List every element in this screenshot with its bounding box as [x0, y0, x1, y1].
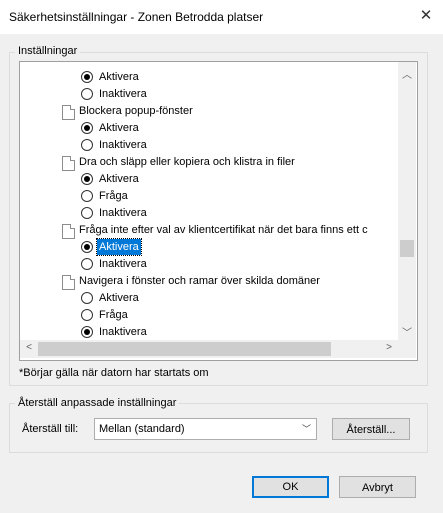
radio-button[interactable]	[81, 258, 93, 270]
document-icon	[62, 105, 75, 120]
scrollbar-corner	[398, 340, 416, 358]
close-icon[interactable]: ✕	[415, 5, 437, 27]
restart-footnote: *Börjar gälla när datorn har startats om	[19, 367, 209, 379]
title-bar: Säkerhetsinställningar - Zonen Betrodda …	[0, 0, 443, 34]
radio-label[interactable]: Fråga	[99, 188, 128, 204]
radio-button[interactable]	[81, 190, 93, 202]
radio-button-checked[interactable]	[81, 71, 93, 83]
scroll-right-icon[interactable]: >	[380, 342, 398, 353]
reset-button[interactable]: Återställ...	[332, 418, 410, 440]
radio-button[interactable]	[81, 309, 93, 321]
scroll-left-icon[interactable]: <	[20, 342, 38, 353]
scroll-up-icon[interactable]: ︿	[398, 66, 416, 81]
setting-label: Navigera i fönster och ramar över skilda…	[79, 275, 320, 287]
ok-button[interactable]: OK	[252, 476, 329, 498]
scroll-down-icon[interactable]: ﹀	[398, 324, 416, 339]
cancel-button[interactable]: Avbryt	[339, 476, 416, 498]
setting-label: Dra och släpp eller kopiera och klistra …	[79, 156, 295, 168]
reset-group-caption: Återställ anpassade inställningar	[15, 397, 180, 410]
chevron-down-icon[interactable]: ﹀	[302, 419, 311, 439]
radio-label[interactable]: Inaktivera	[99, 324, 147, 340]
radio-label[interactable]: Inaktivera	[99, 205, 147, 221]
radio-button[interactable]	[81, 139, 93, 151]
security-level-select[interactable]: Mellan (standard) ﹀	[94, 418, 317, 440]
horizontal-scroll-thumb[interactable]	[38, 342, 331, 356]
radio-label[interactable]: Inaktivera	[99, 86, 147, 102]
document-icon	[62, 156, 75, 171]
settings-list-content: Aktivera Inaktivera Blockera popup-fönster…	[20, 62, 398, 340]
radio-button[interactable]	[81, 292, 93, 304]
setting-label: Fråga inte efter val av klientcertifikat…	[79, 224, 368, 236]
radio-label[interactable]: Inaktivera	[99, 256, 147, 272]
radio-label[interactable]: Inaktivera	[99, 137, 147, 153]
radio-label[interactable]: Aktivera	[99, 171, 139, 187]
radio-button-checked[interactable]	[81, 326, 93, 338]
radio-button-checked[interactable]	[81, 241, 93, 253]
horizontal-scrollbar[interactable]: < >	[20, 340, 398, 358]
radio-label[interactable]: Fråga	[99, 307, 128, 323]
window-title: Säkerhetsinställningar - Zonen Betrodda …	[9, 10, 264, 24]
security-level-value: Mellan (standard)	[99, 423, 185, 435]
setting-label: Blockera popup-fönster	[79, 105, 193, 117]
radio-button[interactable]	[81, 207, 93, 219]
radio-button-checked[interactable]	[81, 122, 93, 134]
vertical-scroll-thumb[interactable]	[400, 240, 414, 257]
radio-button-checked[interactable]	[81, 173, 93, 185]
vertical-scrollbar[interactable]: ︿ ﹀	[398, 62, 416, 340]
radio-label[interactable]: Aktivera	[99, 120, 139, 136]
radio-button[interactable]	[81, 88, 93, 100]
radio-label[interactable]: Aktivera	[99, 69, 139, 85]
radio-label[interactable]: Aktivera	[96, 238, 142, 256]
settings-group-caption: Inställningar	[15, 45, 81, 58]
settings-list[interactable]: Aktivera Inaktivera Blockera popup-fönster…	[19, 61, 418, 361]
document-icon	[62, 275, 75, 290]
reset-to-label: Återställ till:	[22, 423, 79, 435]
document-icon	[62, 224, 75, 239]
radio-label[interactable]: Aktivera	[99, 290, 139, 306]
